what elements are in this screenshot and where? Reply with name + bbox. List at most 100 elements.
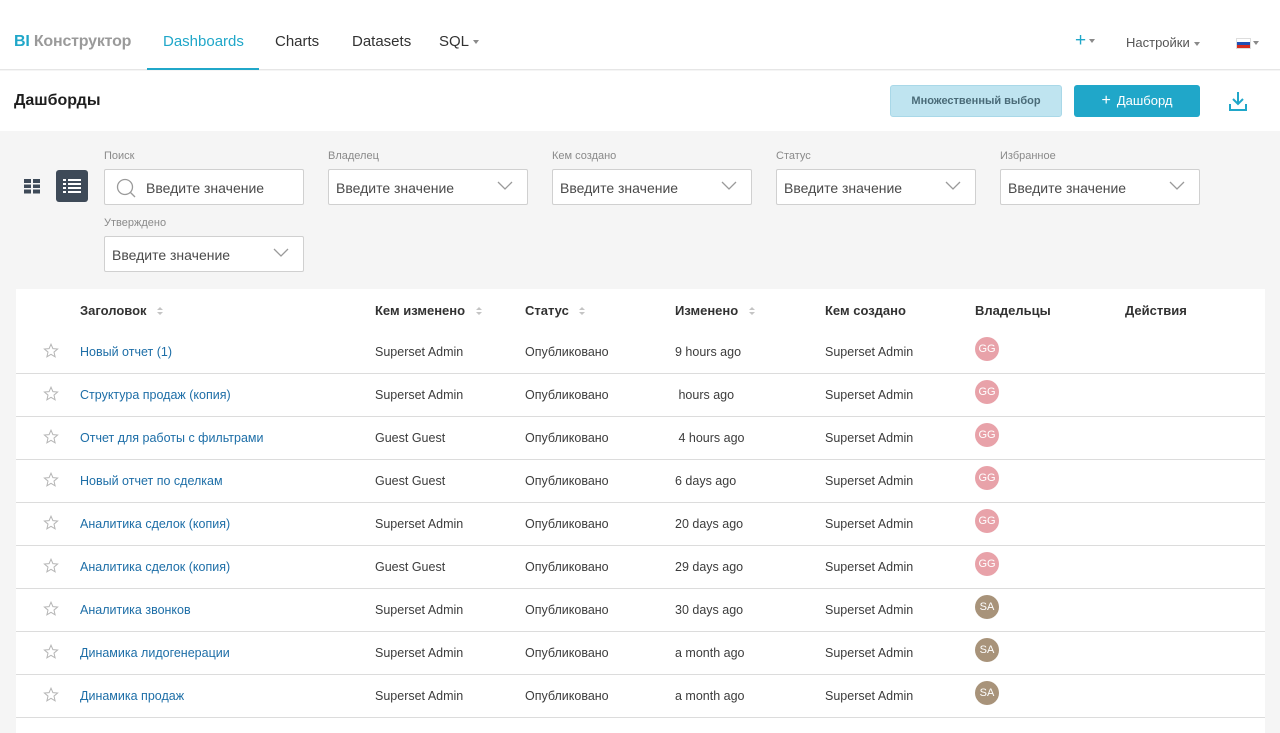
favorite-star-icon[interactable] [43, 687, 59, 703]
table-row[interactable]: Новый отчет по сделкам Guest Guest Опублик… [16, 460, 1265, 503]
modified-cell: 6 days ago [675, 474, 737, 488]
status-cell: Опубликовано [525, 603, 609, 617]
modified-cell: 4 hours ago [675, 431, 745, 445]
column-header-owners: Владельцы [975, 303, 1051, 318]
avatar[interactable]: GG [975, 552, 999, 576]
nav-tab-charts[interactable]: Charts [275, 33, 319, 50]
favorite-select[interactable]: Введите значение [1000, 169, 1200, 205]
table-row[interactable]: Аналитика звонков Superset Admin Опубликов… [16, 589, 1265, 632]
column-header-title[interactable]: Заголовок [80, 303, 164, 318]
language-flag-icon[interactable] [1236, 38, 1251, 49]
owner-select[interactable]: Введите значение [328, 169, 528, 205]
dashboard-title-link[interactable]: Динамика лидогенерации [80, 646, 230, 660]
chevron-down-icon [273, 248, 289, 257]
owner-placeholder: Введите значение [336, 180, 455, 196]
favorite-star-icon[interactable] [43, 515, 59, 531]
created-by-cell: Superset Admin [825, 431, 914, 445]
table-row[interactable]: Отчет для работы с фильтрами Guest Guest О… [16, 417, 1265, 460]
avatar[interactable]: SA [975, 638, 999, 662]
avatar[interactable]: GG [975, 466, 999, 490]
chevron-down-icon [945, 181, 961, 190]
modified-cell: 29 days ago [675, 560, 744, 574]
dashboard-title-link[interactable]: Новый отчет по сделкам [80, 474, 223, 488]
column-header-actions: Действия [1125, 303, 1187, 318]
created-by-cell: Superset Admin [825, 474, 914, 488]
favorite-star-icon[interactable] [43, 601, 59, 617]
modified-cell: hours ago [675, 388, 735, 402]
search-input[interactable]: Введите значение [104, 169, 304, 205]
table-row[interactable]: Аналитика сделок (копия) Guest Guest Опубл… [16, 546, 1265, 589]
search-icon [116, 178, 136, 198]
dashboard-title-link[interactable]: Отчет для работы с фильтрами [80, 431, 263, 445]
table-row[interactable]: Новый отчет (1) Superset Admin Опубликован… [16, 331, 1265, 374]
created-by-cell: Superset Admin [825, 517, 914, 531]
avatar[interactable]: SA [975, 681, 999, 705]
brand-name: Конструктор [33, 33, 132, 50]
chevron-down-icon [497, 181, 513, 190]
favorite-star-icon[interactable] [43, 386, 59, 402]
list-view-icon[interactable] [56, 170, 88, 202]
dashboard-title-link[interactable]: Аналитика звонков [80, 603, 191, 617]
modified-by-cell: Superset Admin [375, 388, 464, 402]
status-cell: Опубликовано [525, 560, 609, 574]
dashboard-title-link[interactable]: Аналитика сделок (копия) [80, 517, 230, 531]
created-by-select[interactable]: Введите значение [552, 169, 752, 205]
avatar[interactable]: GG [975, 337, 999, 361]
brand-logo[interactable]: BI Конструктор [14, 33, 131, 51]
filter-search-label: Поиск [104, 150, 135, 162]
modified-by-cell: Superset Admin [375, 517, 464, 531]
nav-tab-dashboards[interactable]: Dashboards [163, 33, 244, 50]
status-placeholder: Введите значение [784, 180, 903, 196]
dashboard-title-link[interactable]: Новый отчет (1) [80, 345, 172, 359]
avatar[interactable]: GG [975, 509, 999, 533]
column-status-label: Статус [525, 303, 569, 318]
table-row[interactable]: Динамика лидогенерации Superset Admin Опуб… [16, 632, 1265, 675]
add-dashboard-label: Дашборд [1116, 93, 1173, 108]
active-tab-indicator [147, 68, 259, 70]
table-row[interactable]: Динамика продаж Superset Admin Опубликован… [16, 675, 1265, 718]
nav-tab-datasets[interactable]: Datasets [352, 33, 411, 50]
favorite-star-icon[interactable] [43, 558, 59, 574]
modified-cell: 30 days ago [675, 603, 744, 617]
favorite-star-icon[interactable] [43, 343, 59, 359]
modified-by-cell: Superset Admin [375, 345, 464, 359]
chevron-down-icon [721, 181, 737, 190]
status-select[interactable]: Введите значение [776, 169, 976, 205]
favorite-star-icon[interactable] [43, 429, 59, 445]
favorite-star-icon[interactable] [43, 644, 59, 660]
status-cell: Опубликовано [525, 431, 609, 445]
download-icon[interactable] [1228, 90, 1248, 112]
avatar[interactable]: GG [975, 423, 999, 447]
approved-select[interactable]: Введите значение [104, 236, 304, 272]
dashboard-title-link[interactable]: Динамика продаж [80, 689, 184, 703]
card-view-icon[interactable] [16, 170, 48, 202]
filter-owner-label: Владелец [328, 150, 379, 162]
multi-select-button[interactable]: Множественный выбор [890, 85, 1062, 117]
modified-by-cell: Superset Admin [375, 689, 464, 703]
favorite-star-icon[interactable] [43, 472, 59, 488]
dashboard-title-link[interactable]: Структура продаж (копия) [80, 388, 231, 402]
modified-by-cell: Superset Admin [375, 646, 464, 660]
avatar[interactable]: SA [975, 595, 999, 619]
nav-tab-sql[interactable]: SQL [439, 33, 480, 50]
status-cell: Опубликовано [525, 345, 609, 359]
new-item-menu[interactable]: + [1075, 31, 1096, 50]
filter-approved-label: Утверждено [104, 217, 167, 229]
created-by-cell: Superset Admin [825, 345, 914, 359]
chevron-down-icon [1089, 38, 1096, 43]
add-dashboard-button[interactable]: + Дашборд [1074, 85, 1200, 117]
status-cell: Опубликовано [525, 474, 609, 488]
chevron-down-icon[interactable] [1253, 41, 1259, 45]
settings-label: Настройки [1126, 35, 1190, 50]
avatar[interactable]: GG [975, 380, 999, 404]
modified-cell: 20 days ago [675, 517, 744, 531]
column-header-modified-by[interactable]: Кем изменено [375, 303, 482, 318]
dashboard-title-link[interactable]: Аналитика сделок (копия) [80, 560, 230, 574]
column-header-modified[interactable]: Изменено [675, 303, 755, 318]
table-row[interactable]: Аналитика сделок (копия) Superset Admin Оп… [16, 503, 1265, 546]
column-header-status[interactable]: Статус [525, 303, 586, 318]
nav-tab-sql-label: SQL [439, 33, 470, 50]
column-modified-label: Изменено [675, 303, 739, 318]
settings-menu[interactable]: Настройки [1126, 35, 1200, 50]
table-row[interactable]: Структура продаж (копия) Superset Admin Оп… [16, 374, 1265, 417]
